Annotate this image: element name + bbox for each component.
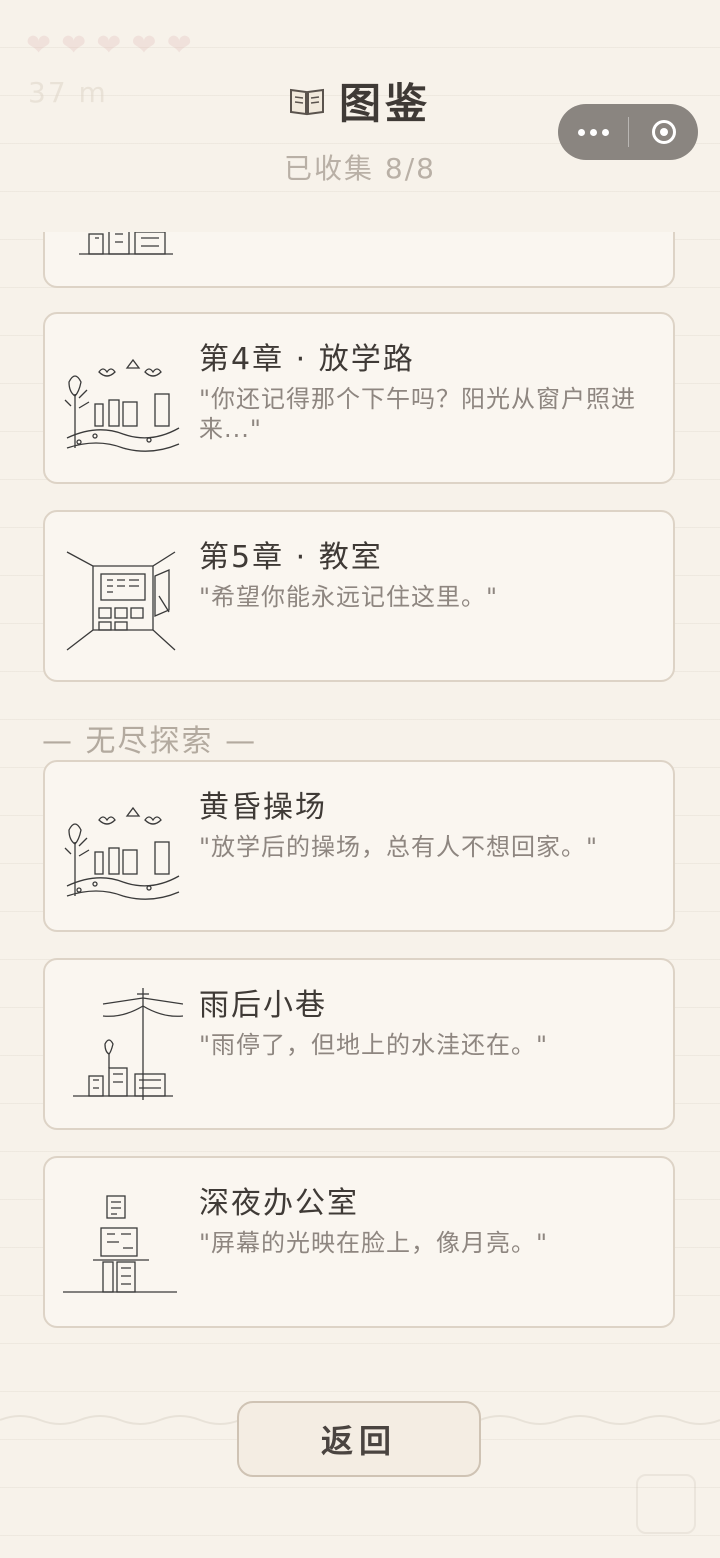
- collection-list[interactable]: 第4章 · 放学路 "你还记得那个下午吗？阳光从窗户照进来..." 第5章 · …: [0, 232, 720, 1372]
- heart-icon: ❤: [26, 28, 52, 63]
- classroom-sketch-icon: [66, 551, 176, 651]
- heart-icon: ❤: [61, 28, 87, 63]
- card-quote: "屏幕的光映在脸上，像月亮。": [199, 1229, 549, 1257]
- book-icon: [289, 88, 324, 115]
- alley-sketch-icon: [79, 232, 173, 255]
- card-text: 第5章 · 教室 "希望你能永远记住这里。": [199, 532, 655, 612]
- list-item-chapter-4[interactable]: 第4章 · 放学路 "你还记得那个下午吗？阳光从窗户照进来...": [43, 312, 675, 484]
- ghost-hearts-hud: ❤ ❤ ❤ ❤ ❤: [26, 28, 192, 63]
- heart-icon: ❤: [166, 28, 192, 63]
- heart-icon: ❤: [131, 28, 157, 63]
- pause-icon: [636, 1474, 696, 1534]
- card-title: 深夜办公室: [199, 1186, 359, 1221]
- playground-sketch-icon: [64, 806, 180, 900]
- miniprogram-capsule: [558, 104, 698, 160]
- page-title: 图鉴: [338, 79, 431, 128]
- card-quote: "放学后的操场，总有人不想回家。": [199, 833, 599, 861]
- card-quote: "雨停了，但地上的水洼还在。": [199, 1031, 549, 1059]
- more-dots-icon[interactable]: [558, 104, 628, 160]
- card-quote: "希望你能永远记住这里。": [199, 583, 499, 611]
- card-text: 雨后小巷 "雨停了，但地上的水洼还在。": [199, 980, 655, 1060]
- card-quote: "你还记得那个下午吗？阳光从窗户照进来...": [199, 385, 637, 443]
- alley-sketch-icon: [73, 988, 183, 1100]
- card-text: 第4章 · 放学路 "你还记得那个下午吗？阳光从窗户照进来...": [199, 334, 655, 444]
- close-circle-icon[interactable]: [629, 104, 698, 160]
- list-item-rainy-alley[interactable]: 雨后小巷 "雨停了，但地上的水洼还在。": [43, 958, 675, 1130]
- heart-icon: ❤: [96, 28, 122, 63]
- back-button[interactable]: 返回: [237, 1401, 481, 1477]
- schoolyard-sketch-icon: [64, 358, 180, 452]
- card-title: 第5章 · 教室: [199, 540, 383, 575]
- list-item-partial[interactable]: [43, 232, 675, 288]
- section-label-endless: — 无尽探索 —: [42, 724, 258, 759]
- list-item-late-night-office[interactable]: 深夜办公室 "屏幕的光映在脸上，像月亮。": [43, 1156, 675, 1328]
- card-title: 雨后小巷: [199, 988, 327, 1023]
- card-text: 黄昏操场 "放学后的操场，总有人不想回家。": [199, 782, 655, 862]
- list-item-dusk-playground[interactable]: 黄昏操场 "放学后的操场，总有人不想回家。": [43, 760, 675, 932]
- card-text: 深夜办公室 "屏幕的光映在脸上，像月亮。": [199, 1178, 655, 1258]
- office-sketch-icon: [63, 1195, 177, 1293]
- card-title: 第4章 · 放学路: [199, 342, 415, 377]
- card-title: 黄昏操场: [199, 790, 327, 825]
- list-item-chapter-5[interactable]: 第5章 · 教室 "希望你能永远记住这里。": [43, 510, 675, 682]
